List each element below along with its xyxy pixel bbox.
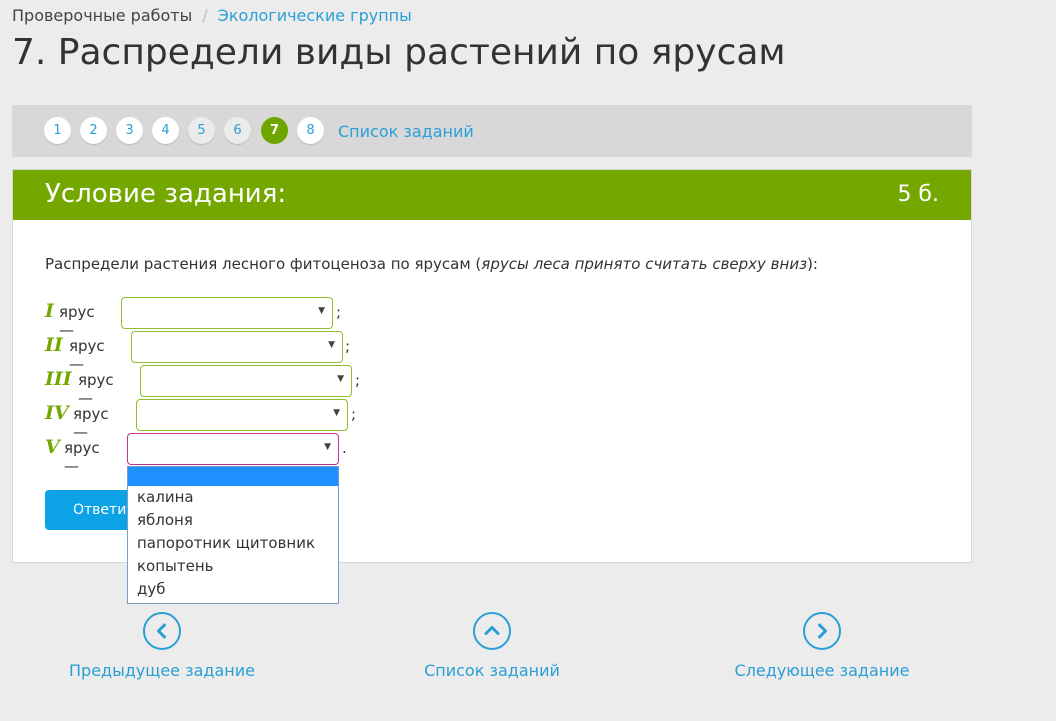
tier-numeral: II (45, 334, 63, 356)
tier-punct: ; (336, 303, 342, 321)
task-pager: 1 2 3 4 5 6 7 8 Список заданий (12, 105, 972, 157)
task-card-title: Условие задания: (45, 179, 287, 209)
triangle-down-icon: ▼ (337, 374, 344, 384)
next-task-link[interactable]: Следующее задание (722, 612, 922, 680)
task-list-label[interactable]: Список заданий (424, 661, 560, 680)
dropdown-option[interactable]: яблоня (128, 509, 338, 532)
breadcrumb-current[interactable]: Экологические группы (218, 6, 412, 25)
dropdown-option[interactable]: копытень (128, 555, 338, 578)
task-points: 5 б. (897, 182, 939, 207)
chevron-left-icon[interactable] (143, 612, 181, 650)
triangle-down-icon: ▼ (328, 340, 335, 350)
tier-3-select[interactable]: ▼ (140, 365, 352, 397)
prev-task-label[interactable]: Предыдущее задание (69, 661, 255, 680)
page-button-5[interactable]: 5 (188, 117, 215, 144)
tier-1-select[interactable]: ▼ (121, 297, 333, 329)
triangle-down-icon: ▼ (333, 408, 340, 418)
page-button-6[interactable]: 6 (224, 117, 251, 144)
tier-label: ярус — (69, 337, 105, 373)
chevron-up-icon[interactable] (473, 612, 511, 650)
page-title: 7. Распредели виды растений по ярусам (12, 32, 786, 73)
tier-label: ярус — (59, 303, 95, 339)
prompt-text-end: ): (807, 255, 818, 273)
page-button-7-active[interactable]: 7 (261, 117, 288, 144)
tier-5-select-open[interactable]: ▼ (127, 433, 339, 465)
page-button-2[interactable]: 2 (80, 117, 107, 144)
page-button-4[interactable]: 4 (152, 117, 179, 144)
tier-punct: . (342, 439, 347, 457)
page-button-3[interactable]: 3 (116, 117, 143, 144)
prompt-text-start: Распредели растения лесного фитоценоза п… (45, 255, 482, 273)
tier-punct: ; (355, 371, 361, 389)
tier-2-select[interactable]: ▼ (131, 331, 343, 363)
tier-numeral: III (45, 368, 72, 390)
tier-5-dropdown-list: калина яблоня папоротник щитовник копыте… (127, 466, 339, 604)
tier-numeral: IV (45, 402, 69, 424)
tier-label: ярус — (78, 371, 114, 407)
tier-numeral: V (45, 436, 60, 458)
tier-label: ярус — (73, 405, 109, 441)
triangle-down-icon: ▼ (324, 442, 331, 452)
task-card-header: Условие задания: 5 б. (13, 170, 971, 220)
tier-punct: ; (351, 405, 357, 423)
tier-numeral: I (45, 300, 54, 322)
task-prompt: Распредели растения лесного фитоценоза п… (45, 255, 818, 273)
dropdown-option[interactable]: папоротник щитовник (128, 532, 338, 555)
task-list-nav-link[interactable]: Список заданий (392, 612, 592, 680)
page-button-8[interactable]: 8 (297, 117, 324, 144)
dropdown-option[interactable]: дуб (128, 578, 338, 601)
dropdown-option-empty[interactable] (128, 467, 338, 486)
prev-task-link[interactable]: Предыдущее задание (62, 612, 262, 680)
page-button-1[interactable]: 1 (44, 117, 71, 144)
breadcrumb-separator: / (202, 6, 208, 25)
breadcrumb-root[interactable]: Проверочные работы (12, 6, 192, 25)
breadcrumb: Проверочные работы / Экологические группы (12, 6, 412, 25)
tier-4-select[interactable]: ▼ (136, 399, 348, 431)
prompt-text-italic: ярусы леса принято считать сверху вниз (481, 255, 808, 273)
dropdown-option[interactable]: калина (128, 486, 338, 509)
tier-punct: ; (345, 337, 351, 355)
triangle-down-icon: ▼ (318, 306, 325, 316)
chevron-right-icon[interactable] (803, 612, 841, 650)
tier-label: ярус — (64, 439, 100, 475)
next-task-label[interactable]: Следующее задание (735, 661, 910, 680)
task-list-link[interactable]: Список заданий (338, 122, 474, 141)
